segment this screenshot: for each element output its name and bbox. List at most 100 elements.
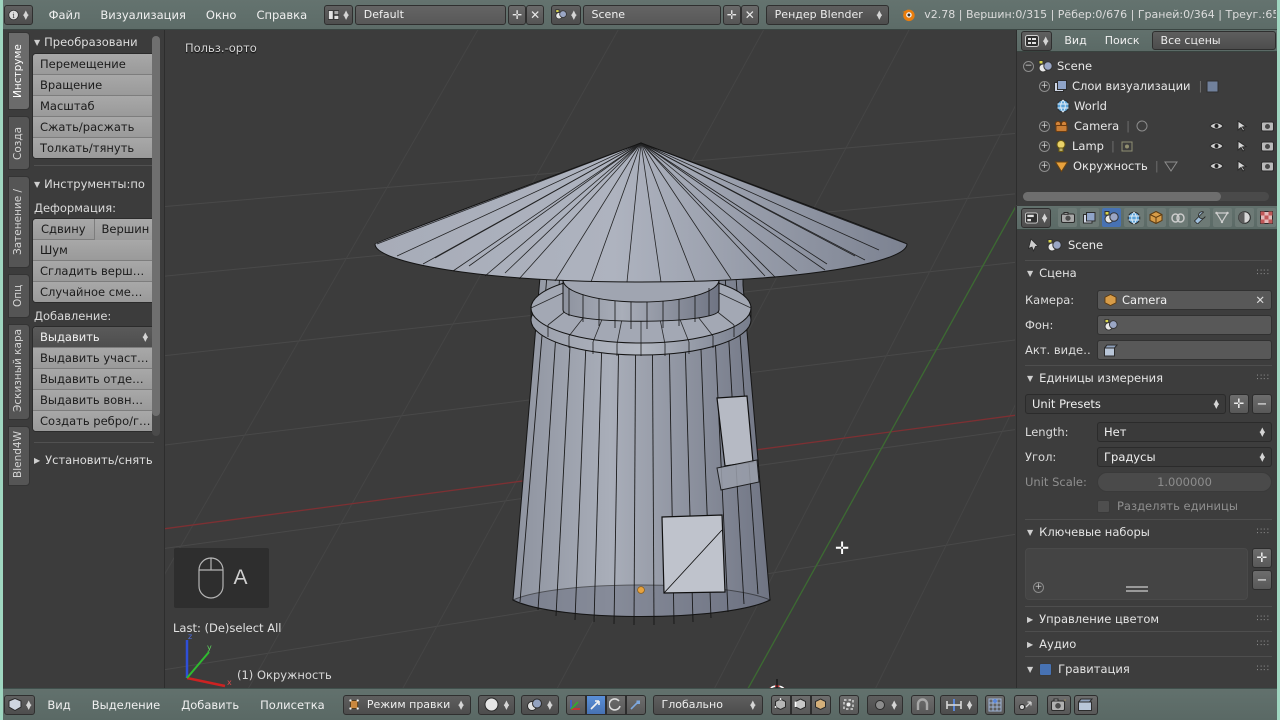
scene-layer-selector[interactable]: ▲ ▼ bbox=[521, 694, 559, 715]
tab-shading[interactable]: Затенение / bbox=[8, 176, 30, 268]
list-grip[interactable] bbox=[1125, 586, 1148, 588]
select-arrow-icon[interactable] bbox=[1237, 140, 1248, 152]
properties-editor-type-selector[interactable]: ▲ ▼ bbox=[1021, 207, 1052, 228]
edge-select-button[interactable] bbox=[790, 694, 811, 715]
occlude-geometry-button[interactable] bbox=[838, 694, 859, 715]
active-clip-value-field[interactable] bbox=[1097, 340, 1272, 360]
render-view-button[interactable] bbox=[1047, 694, 1072, 715]
length-dropdown[interactable]: Нет ▲ ▼ bbox=[1097, 422, 1272, 442]
outliner-row-render-layers[interactable]: + Слои визуализации | bbox=[1017, 76, 1280, 96]
transform-orientation-selector[interactable]: Глобально ▲ ▼ bbox=[652, 694, 763, 715]
scene-name-field[interactable]: Scene bbox=[582, 4, 721, 25]
gravity-checkbox[interactable] bbox=[1039, 662, 1053, 676]
delete-scene-button[interactable]: ✕ bbox=[740, 4, 759, 25]
extrude-inwards-button[interactable]: Выдавить вовн… bbox=[33, 390, 155, 411]
tab-constraints[interactable] bbox=[1168, 208, 1188, 227]
editor-type-selector-info[interactable]: i ▲ ▼ bbox=[4, 4, 33, 25]
viewport-shading-selector[interactable]: ▲ ▼ bbox=[477, 694, 516, 715]
remove-preset-button[interactable]: − bbox=[1252, 394, 1272, 414]
add-screen-button[interactable]: ✛ bbox=[508, 4, 527, 25]
menu-file[interactable]: Файл bbox=[39, 5, 91, 25]
make-edge-face-button[interactable]: Создать ребро/г… bbox=[33, 411, 155, 431]
menu-help[interactable]: Справка bbox=[246, 5, 317, 25]
audio-panel-header[interactable]: ▶ Аудио ∷∷ bbox=[1025, 631, 1272, 656]
mesh-options-button[interactable] bbox=[985, 694, 1006, 715]
render-restrict-icon[interactable] bbox=[1261, 120, 1274, 132]
keying-sets-list[interactable]: + bbox=[1025, 548, 1248, 600]
render-engine-selector[interactable]: Рендер Blender ▲ ▼ bbox=[765, 4, 890, 25]
transform-panel-header[interactable]: ▼ Преобразовани bbox=[32, 30, 156, 53]
screen-layout-name[interactable]: Default bbox=[354, 4, 507, 25]
tab-modifiers[interactable] bbox=[1190, 208, 1210, 227]
outliner-editor-type-selector[interactable]: ▲ ▼ bbox=[1021, 30, 1053, 51]
outliner-row-camera[interactable]: + Camera | bbox=[1017, 116, 1280, 136]
scene-panel-header[interactable]: ▼ Сцена ∷∷ bbox=[1025, 260, 1272, 285]
warp-button[interactable]: Вершин bbox=[94, 219, 155, 240]
unit-presets-dropdown[interactable]: Unit Presets ▲ ▼ bbox=[1025, 394, 1226, 414]
extrude-region-button[interactable]: Выдавить ▲ ▼ bbox=[33, 327, 155, 348]
pivot-center-button[interactable] bbox=[1014, 694, 1039, 715]
tab-world-properties[interactable] bbox=[1124, 208, 1144, 227]
tab-texture-properties[interactable] bbox=[1256, 208, 1276, 227]
snap-toggle-button[interactable] bbox=[910, 694, 935, 715]
viewport-editor-type-selector[interactable]: ▲ ▼ bbox=[4, 694, 36, 715]
proportional-edit-selector[interactable]: ▲ ▼ bbox=[866, 694, 903, 715]
tab-data-properties[interactable] bbox=[1212, 208, 1232, 227]
viewport-menu-add[interactable]: Добавить bbox=[172, 695, 248, 715]
translate-button[interactable]: Перемещение bbox=[33, 54, 155, 75]
select-arrow-icon[interactable] bbox=[1237, 120, 1248, 132]
render-restrict-icon[interactable] bbox=[1261, 160, 1274, 172]
face-select-button[interactable] bbox=[810, 694, 831, 715]
keying-sets-panel-header[interactable]: ▼ Ключевые наборы ∷∷ bbox=[1025, 519, 1272, 544]
expand-icon[interactable]: + bbox=[1039, 80, 1050, 92]
expand-icon[interactable]: + bbox=[1033, 582, 1044, 593]
add-preset-button[interactable]: ✛ bbox=[1229, 394, 1249, 414]
tab-blend4web[interactable]: Blend4W bbox=[8, 426, 30, 486]
push-pull-button[interactable]: Толкать/тянуть bbox=[33, 138, 155, 158]
3d-viewport[interactable]: Польз.-орто ✛ A Last: (De)select All z x… bbox=[165, 30, 1015, 688]
snap-target-selector[interactable]: ▲ ▼ bbox=[939, 694, 979, 715]
eye-icon[interactable] bbox=[1209, 161, 1224, 171]
select-arrow-icon[interactable] bbox=[1237, 160, 1248, 172]
shrink-fatten-button[interactable]: Сжать/расжать bbox=[33, 117, 155, 138]
expand-icon[interactable]: + bbox=[1039, 140, 1050, 152]
render-animation-button[interactable] bbox=[1074, 694, 1099, 715]
randomize-button[interactable]: Случайное сме… bbox=[33, 282, 155, 302]
interaction-mode-selector[interactable]: Режим правки ▲ ▼ bbox=[342, 694, 471, 715]
scale-button[interactable]: Масштаб bbox=[33, 96, 155, 117]
clear-camera-icon[interactable]: ✕ bbox=[1255, 293, 1265, 307]
outliner-display-mode[interactable]: Все сцены bbox=[1151, 31, 1276, 50]
eye-icon[interactable] bbox=[1209, 141, 1224, 151]
noise-button[interactable]: Шум bbox=[33, 240, 155, 261]
translate-manipulator-button[interactable] bbox=[585, 694, 606, 715]
tab-tools[interactable]: Инструме bbox=[8, 32, 30, 110]
expand-icon[interactable]: + bbox=[1039, 120, 1050, 132]
tab-object-properties[interactable] bbox=[1146, 208, 1166, 227]
viewport-menu-mesh[interactable]: Полисетка bbox=[251, 695, 334, 715]
tab-create[interactable]: Созда bbox=[8, 116, 30, 170]
vertex-select-button[interactable] bbox=[770, 694, 791, 715]
tab-scene-properties[interactable] bbox=[1102, 208, 1122, 227]
color-management-panel-header[interactable]: ▶ Управление цветом ∷∷ bbox=[1025, 606, 1272, 631]
render-restrict-icon[interactable] bbox=[1261, 140, 1274, 152]
tool-shelf-scrollbar[interactable] bbox=[152, 36, 160, 436]
menu-window[interactable]: Окно bbox=[196, 5, 247, 25]
camera-value-field[interactable]: Camera ✕ bbox=[1097, 290, 1272, 310]
add-keying-set-button[interactable]: ✛ bbox=[1252, 548, 1272, 568]
outliner-row-scene[interactable]: − Scene bbox=[1017, 56, 1280, 76]
pin-icon[interactable] bbox=[1027, 238, 1041, 252]
select-all-panel-header[interactable]: ▶ Установить/снять выд bbox=[32, 449, 156, 471]
extrude-region-alt-button[interactable]: Выдавить участ… bbox=[33, 348, 155, 369]
separate-units-checkbox[interactable] bbox=[1097, 499, 1110, 513]
expand-icon[interactable]: + bbox=[1039, 160, 1050, 172]
outliner-horizontal-scrollbar[interactable] bbox=[1023, 192, 1269, 201]
rotate-button[interactable]: Вращение bbox=[33, 75, 155, 96]
mesh-tools-panel-header[interactable]: ▼ Инструменты:по bbox=[32, 172, 156, 195]
collapse-icon[interactable]: − bbox=[1023, 60, 1034, 72]
screen-layout-selector[interactable]: ▲ ▼ bbox=[324, 4, 353, 25]
tab-render-properties[interactable] bbox=[1058, 208, 1078, 227]
smooth-vertex-button[interactable]: Сгладить верш… bbox=[33, 261, 155, 282]
tab-render-layers[interactable] bbox=[1080, 208, 1100, 227]
manipulator-toggle-button[interactable] bbox=[565, 694, 586, 715]
angle-dropdown[interactable]: Градусы ▲ ▼ bbox=[1097, 447, 1272, 467]
